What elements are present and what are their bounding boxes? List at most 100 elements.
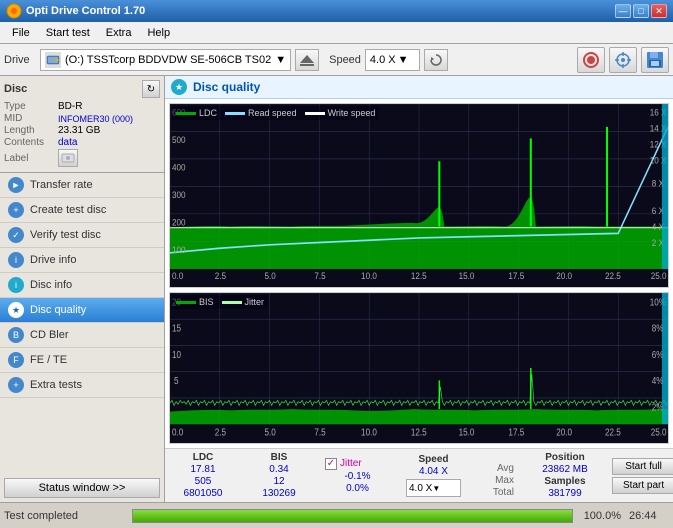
speed-selector[interactable]: 4.0 X ▼: [365, 49, 420, 71]
nav-item-transfer-rate[interactable]: ► Transfer rate: [0, 173, 164, 198]
legend-jitter-color: [222, 301, 242, 304]
theme-button[interactable]: [577, 47, 605, 73]
settings-button[interactable]: [609, 47, 637, 73]
drive-name: (O:) TSSTcorp BDDVDW SE-506CB TS02: [65, 54, 271, 66]
disc-header: Disc ↻: [4, 80, 160, 98]
main-content: Disc ↻ Type BD-R MID INFOMER30 (000) Len…: [0, 76, 673, 502]
svg-text:400: 400: [172, 162, 186, 173]
disc-mid-value: INFOMER30 (000): [58, 114, 133, 124]
drive-label: Drive: [4, 54, 36, 66]
menu-help[interactable]: Help: [139, 25, 178, 41]
close-button[interactable]: ✕: [651, 4, 667, 18]
menu-extra[interactable]: Extra: [98, 25, 140, 41]
avg-row-label: Avg: [479, 453, 514, 474]
extra-tests-icon: +: [8, 377, 24, 393]
stats-ldc-col: LDC 17.81 505 6801050: [173, 452, 233, 499]
drive-selector[interactable]: (O:) TSSTcorp BDDVDW SE-506CB TS02 ▼: [40, 49, 291, 71]
stats-bar: LDC 17.81 505 6801050 BIS 0.34 12 130269…: [165, 448, 673, 502]
cd-bler-icon: B: [8, 327, 24, 343]
nav-fe-te-label: FE / TE: [30, 354, 67, 366]
speed-refresh-button[interactable]: [424, 49, 448, 71]
speed-col-header: Speed: [406, 454, 461, 465]
title-bar: Opti Drive Control 1.70 — □ ✕: [0, 0, 673, 22]
disc-info-panel: Disc ↻ Type BD-R MID INFOMER30 (000) Len…: [0, 76, 164, 173]
start-full-button[interactable]: Start full: [612, 458, 673, 475]
legend-read-speed-color: [225, 112, 245, 115]
disc-contents-row: Contents data: [4, 137, 160, 148]
svg-text:17.5: 17.5: [508, 271, 524, 282]
nav-item-extra-tests[interactable]: + Extra tests: [0, 373, 164, 398]
drive-eject-button[interactable]: [295, 49, 319, 71]
svg-text:17.5: 17.5: [508, 427, 524, 438]
ldc-avg-value: 17.81: [173, 464, 233, 475]
nav-cd-bler-label: CD Bler: [30, 329, 69, 341]
svg-text:12.5: 12.5: [411, 271, 427, 282]
verify-test-disc-icon: ✓: [8, 227, 24, 243]
svg-text:15.0: 15.0: [459, 271, 475, 282]
jitter-check-box[interactable]: ✓: [325, 458, 337, 470]
disc-label-button[interactable]: [58, 149, 78, 167]
toolbar: Drive (O:) TSSTcorp BDDVDW SE-506CB TS02…: [0, 44, 673, 76]
menu-start-test[interactable]: Start test: [38, 25, 98, 41]
disc-mid-label: MID: [4, 113, 54, 124]
svg-text:5: 5: [174, 376, 179, 387]
ldc-max-value: 505: [173, 476, 233, 487]
position-col-header: Position: [530, 452, 600, 463]
disc-label-label: Label: [4, 153, 54, 164]
samples-col-header: Samples: [530, 476, 600, 487]
jitter-checkbox[interactable]: ✓ Jitter: [325, 458, 390, 470]
charts-container: 600 500 400 300 200 100 16 X 14 X 12 X 1…: [165, 99, 673, 448]
bottom-chart: 20 15 10 5 10% 8% 6% 4% 2% 0.0 2.5 5.0 7…: [169, 292, 669, 444]
minimize-button[interactable]: —: [615, 4, 631, 18]
progress-percent: 100.0%: [581, 510, 621, 522]
nav-item-disc-info[interactable]: i Disc info: [0, 273, 164, 298]
nav-item-create-test-disc[interactable]: + Create test disc: [0, 198, 164, 223]
svg-text:2.5: 2.5: [215, 427, 226, 438]
svg-text:8%: 8%: [652, 323, 664, 334]
disc-refresh-button[interactable]: ↻: [142, 80, 160, 98]
bis-avg-value: 0.34: [249, 464, 309, 475]
svg-text:4%: 4%: [652, 376, 664, 387]
legend-ldc: LDC: [176, 108, 217, 118]
save-button[interactable]: [641, 47, 669, 73]
jitter-max-value: 0.0%: [325, 483, 390, 494]
stats-speed-col: Speed 4.04 X 4.0 X ▼: [406, 454, 461, 497]
start-part-button[interactable]: Start part: [612, 477, 673, 494]
bis-max-value: 12: [249, 476, 309, 487]
jitter-col-header: Jitter: [340, 458, 362, 469]
nav-item-fe-te[interactable]: F FE / TE: [0, 348, 164, 373]
nav-item-disc-quality[interactable]: ★ Disc quality: [0, 298, 164, 323]
nav-item-drive-info[interactable]: i Drive info: [0, 248, 164, 273]
disc-length-value: 23.31 GB: [58, 125, 100, 136]
ldc-total-value: 6801050: [173, 488, 233, 499]
chart-header: ★ Disc quality: [165, 76, 673, 99]
disc-section-title: Disc: [4, 83, 27, 95]
svg-text:6%: 6%: [652, 349, 664, 360]
svg-text:300: 300: [172, 189, 186, 200]
nav-drive-info-label: Drive info: [30, 254, 76, 266]
legend-bis: BIS: [176, 297, 214, 307]
menu-file[interactable]: File: [4, 25, 38, 41]
nav-extra-tests-label: Extra tests: [30, 379, 82, 391]
nav-transfer-rate-label: Transfer rate: [30, 179, 93, 191]
position-col-value: 23862 MB: [530, 464, 600, 475]
svg-text:22.5: 22.5: [605, 427, 621, 438]
drive-dropdown-arrow[interactable]: ▼: [275, 54, 286, 66]
legend-ldc-label: LDC: [199, 108, 217, 118]
stats-position-col: Position 23862 MB Samples 381799: [530, 452, 600, 499]
nav-item-cd-bler[interactable]: B CD Bler: [0, 323, 164, 348]
svg-text:22.5: 22.5: [605, 271, 621, 282]
nav-items: ► Transfer rate + Create test disc ✓ Ver…: [0, 173, 164, 474]
maximize-button[interactable]: □: [633, 4, 649, 18]
legend-write-speed-color: [305, 112, 325, 115]
top-chart: 600 500 400 300 200 100 16 X 14 X 12 X 1…: [169, 103, 669, 288]
window-title: Opti Drive Control 1.70: [26, 5, 145, 17]
speed-col-dropdown[interactable]: 4.0 X ▼: [406, 479, 461, 497]
svg-text:12.5: 12.5: [411, 427, 427, 438]
progress-bar: [132, 509, 573, 523]
legend-read-speed: Read speed: [225, 108, 297, 118]
status-window-button[interactable]: Status window >>: [4, 478, 160, 498]
bottom-chart-legend: BIS Jitter: [172, 295, 268, 309]
svg-text:0.0: 0.0: [172, 271, 183, 282]
nav-item-verify-test-disc[interactable]: ✓ Verify test disc: [0, 223, 164, 248]
